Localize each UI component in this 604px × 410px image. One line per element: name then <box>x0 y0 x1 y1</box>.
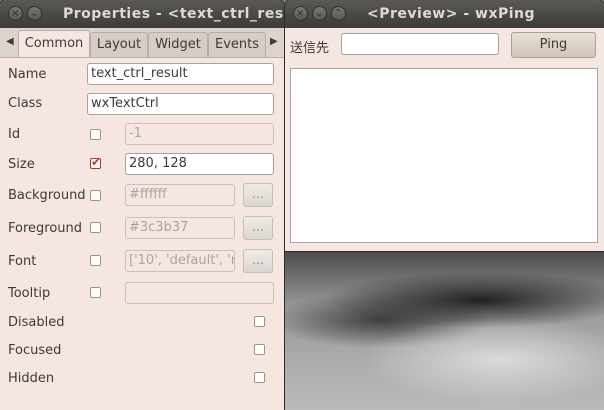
class-input[interactable]: wxTextCtrl <box>87 93 274 115</box>
disabled-label: Disabled <box>8 315 65 330</box>
hidden-label: Hidden <box>8 371 55 386</box>
id-checkbox[interactable] <box>90 129 101 140</box>
tab-common[interactable]: Common <box>18 30 90 58</box>
name-input[interactable]: text_ctrl_result <box>87 63 274 85</box>
background-checkbox[interactable] <box>90 190 101 201</box>
tab-strip: ◀ Common Layout Widget Events ▶ <box>0 28 284 58</box>
foreground-input[interactable]: #3c3b37 <box>125 217 235 239</box>
chevron-down-icon[interactable]: ⌄ <box>27 6 42 21</box>
tooltip-label: Tooltip <box>8 286 51 301</box>
disabled-checkbox[interactable] <box>254 316 265 327</box>
name-label: Name <box>8 67 47 82</box>
font-input[interactable]: ['10', 'default', 'normal'] <box>125 250 235 272</box>
window-title: Properties - <text_ctrl_result <box>63 6 284 22</box>
background-label: Background <box>8 188 86 203</box>
class-label: Class <box>8 96 43 111</box>
font-label: Font <box>8 254 37 269</box>
tab-divider <box>0 57 284 58</box>
chevron-down-icon[interactable]: ⌄ <box>312 6 327 21</box>
id-label: Id <box>8 127 21 142</box>
focused-checkbox[interactable] <box>254 344 265 355</box>
result-text-area[interactable] <box>290 68 598 243</box>
chevron-right-icon[interactable]: ▶ <box>270 36 278 47</box>
background-picker-button[interactable]: ... <box>243 183 273 207</box>
hidden-checkbox[interactable] <box>254 372 265 383</box>
background-input[interactable]: #ffffff <box>125 184 235 206</box>
chevron-left-icon[interactable]: ◀ <box>6 36 14 47</box>
preview-window: × ⌄ ⌃ <Preview> - wxPing 送信先 Ping <box>285 0 604 251</box>
foreground-checkbox[interactable] <box>90 222 101 233</box>
focused-label: Focused <box>8 343 62 358</box>
destination-input[interactable] <box>341 33 499 55</box>
close-icon[interactable]: × <box>8 6 23 21</box>
id-input[interactable]: -1 <box>125 123 274 145</box>
preview-titlebar[interactable]: × ⌄ ⌃ <Preview> - wxPing <box>285 0 604 28</box>
tab-events[interactable]: Events <box>208 32 266 58</box>
close-icon[interactable]: × <box>293 6 308 21</box>
size-input[interactable]: 280, 128 <box>125 153 274 175</box>
tab-widget[interactable]: Widget <box>148 32 208 58</box>
destination-label: 送信先 <box>290 41 330 56</box>
size-label: Size <box>8 157 35 172</box>
font-checkbox[interactable] <box>90 255 101 266</box>
ping-button[interactable]: Ping <box>511 32 596 58</box>
font-picker-button[interactable]: ... <box>243 249 273 273</box>
window-title: <Preview> - wxPing <box>367 6 536 22</box>
size-checkbox[interactable] <box>90 155 101 169</box>
properties-titlebar[interactable]: × ⌄ Properties - <text_ctrl_result <box>0 0 284 28</box>
chevron-up-icon[interactable]: ⌃ <box>331 6 346 21</box>
properties-window: × ⌄ Properties - <text_ctrl_result ◀ Com… <box>0 0 284 410</box>
tooltip-input[interactable] <box>125 282 274 304</box>
foreground-label: Foreground <box>8 221 83 236</box>
tab-layout[interactable]: Layout <box>90 32 148 58</box>
foreground-picker-button[interactable]: ... <box>243 216 273 240</box>
tooltip-checkbox[interactable] <box>90 287 101 298</box>
